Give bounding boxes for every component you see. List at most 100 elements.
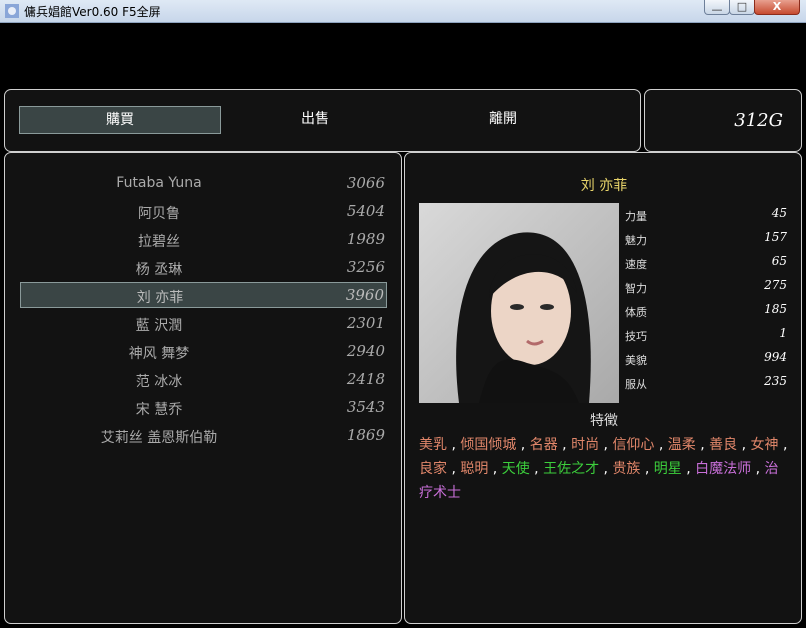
list-item-price: 5404 [346, 202, 385, 220]
stat-row: 速度 65 [625, 251, 787, 275]
trait-separator: , [737, 437, 751, 453]
close-icon: X [772, 0, 782, 13]
detail-panel: 刘 亦菲 力量 45 魅力 157 速度 65 智力 275 体质 185 技巧… [404, 152, 802, 624]
stat-value: 65 [771, 254, 787, 268]
list-item-name: 艾莉丝 盖恩斯伯勒 [100, 430, 218, 446]
list-item-price: 2301 [346, 314, 385, 332]
trait-separator: , [516, 437, 530, 453]
window-title: 傭兵娼館Ver0.60 F5全屏 [24, 5, 161, 19]
list-item[interactable]: 宋 慧乔 3543 [20, 395, 387, 421]
trait-separator: , [681, 461, 696, 477]
trait-separator: , [447, 461, 461, 477]
list-item-name: 宋 慧乔 [135, 402, 183, 418]
list-item-name: 范 冰冰 [135, 374, 183, 390]
list-item-name: 神风 舞梦 [128, 346, 190, 362]
maximize-button[interactable]: □ [729, 0, 755, 15]
list-item[interactable]: Futaba Yuna 3066 [20, 171, 387, 197]
trait-tag: 名器 [529, 437, 558, 453]
list-item[interactable]: 神风 舞梦 2940 [20, 339, 387, 365]
list-item-name: Futaba Yuna [116, 175, 202, 191]
trait-separator: , [488, 461, 502, 477]
trait-tag: 善良 [709, 437, 738, 453]
stat-row: 体质 185 [625, 299, 787, 323]
list-item-name: 杨 丞琳 [135, 262, 183, 278]
stat-label: 美貌 [625, 354, 647, 367]
buy-button[interactable]: 購買 [19, 106, 221, 134]
command-menu: 購買 出售 離開 [4, 89, 641, 152]
trait-separator: , [447, 437, 461, 453]
list-item[interactable]: 藍 沢潤 2301 [20, 311, 387, 337]
character-name: 刘 亦菲 [580, 178, 628, 194]
list-item[interactable]: 阿贝鲁 5404 [20, 199, 387, 225]
list-item-price: 2940 [346, 342, 385, 360]
trait-separator: , [557, 437, 572, 453]
trait-tag: 美乳 [419, 437, 447, 453]
stat-value: 185 [764, 302, 787, 316]
stat-value: 275 [764, 278, 787, 292]
stat-row: 技巧 1 [625, 323, 787, 347]
stat-label: 智力 [625, 282, 647, 295]
list-item-name: 刘 亦菲 [136, 290, 184, 306]
trait-separator: , [695, 437, 710, 453]
stat-label: 体质 [625, 306, 647, 319]
stat-row: 服从 235 [625, 371, 787, 395]
trait-separator: , [654, 437, 668, 453]
list-item-name: 藍 沢潤 [135, 318, 183, 334]
traits-title: 特徵 [590, 413, 618, 429]
trait-separator: , [529, 461, 544, 477]
stat-value: 45 [771, 206, 787, 220]
trait-separator: , [599, 461, 613, 477]
traits-list: 美乳 , 倾国倾城 , 名器 , 时尚 , 信仰心 , 温柔 , 善良 , 女神… [419, 433, 791, 505]
stat-value: 1 [779, 326, 787, 340]
list-item-price: 3960 [345, 286, 384, 304]
sell-button[interactable]: 出售 [215, 106, 415, 132]
list-item-price: 2418 [346, 370, 385, 388]
trait-tag: 良家 [419, 461, 447, 477]
maximize-icon: □ [736, 0, 748, 13]
stat-value: 235 [764, 374, 787, 388]
stat-label: 服从 [625, 378, 647, 391]
list-item-name: 拉碧丝 [138, 234, 180, 250]
list-item-name: 阿贝鲁 [138, 206, 180, 222]
gold-amount: 312G [734, 110, 783, 131]
stat-value: 157 [764, 230, 787, 244]
stat-label: 技巧 [625, 330, 647, 343]
trait-tag: 贵族 [612, 461, 641, 477]
stat-label: 速度 [625, 258, 647, 271]
minimize-button[interactable]: — [704, 0, 730, 16]
trait-separator: , [778, 437, 788, 453]
trait-separator: , [599, 437, 613, 453]
mercenary-list: Futaba Yuna 3066 阿贝鲁 5404 拉碧丝 1989 杨 丞琳 … [4, 152, 402, 624]
list-item-price: 1869 [346, 426, 385, 444]
trait-tag: 聪明 [460, 461, 489, 477]
close-button[interactable]: X [754, 0, 800, 15]
title-bar: 傭兵娼館Ver0.60 F5全屏 — □ X [0, 0, 806, 23]
list-item-selected[interactable]: 刘 亦菲 3960 [20, 282, 387, 308]
gold-window: 312G [644, 89, 802, 152]
trait-separator: , [640, 461, 654, 477]
trait-tag: 温柔 [667, 437, 696, 453]
trait-tag: 王佐之才 [543, 461, 600, 477]
trait-tag: 时尚 [571, 437, 600, 453]
list-item[interactable]: 艾莉丝 盖恩斯伯勒 1869 [20, 423, 387, 449]
trait-tag: 倾国倾城 [460, 437, 517, 453]
list-item-price: 1989 [346, 230, 385, 248]
stat-value: 994 [764, 350, 787, 364]
trait-tag: 天使 [501, 461, 530, 477]
trait-tag: 明星 [653, 461, 682, 477]
stat-row: 智力 275 [625, 275, 787, 299]
stat-label: 力量 [625, 210, 647, 223]
stat-row: 力量 45 [625, 203, 787, 227]
character-portrait [419, 203, 619, 403]
minimize-icon: — [711, 3, 723, 16]
list-item-price: 3066 [346, 174, 385, 192]
trait-tag: 女神 [750, 437, 779, 453]
list-item-price: 3256 [346, 258, 385, 276]
list-item[interactable]: 杨 丞琳 3256 [20, 255, 387, 281]
stat-row: 魅力 157 [625, 227, 787, 251]
list-item[interactable]: 范 冰冰 2418 [20, 367, 387, 393]
list-item-price: 3543 [346, 398, 385, 416]
list-item[interactable]: 拉碧丝 1989 [20, 227, 387, 253]
trait-separator: , [751, 461, 765, 477]
leave-button[interactable]: 離開 [403, 106, 603, 132]
